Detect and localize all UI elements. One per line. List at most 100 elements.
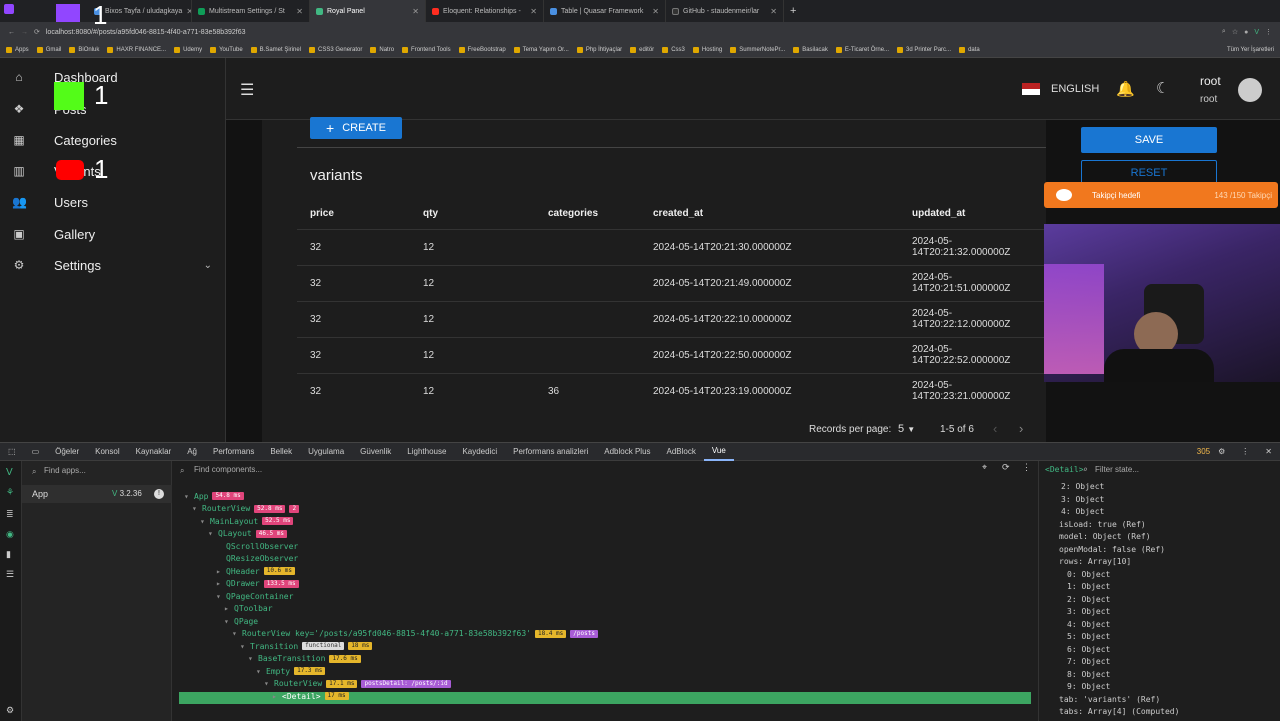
tab-eloquent[interactable]: Eloquent: Relationships - ✕ [426, 0, 544, 22]
devtools-tab[interactable]: Lighthouse [399, 443, 454, 461]
state-row[interactable]: 4: Object [1061, 507, 1104, 519]
bell-icon[interactable]: 🔔 [1116, 80, 1135, 98]
state-row[interactable]: 0: Object [1067, 570, 1110, 582]
column-header[interactable]: price [297, 199, 410, 229]
gear-icon[interactable]: ⚙ [1210, 443, 1233, 461]
table-row[interactable]: 32 12 2024-05-14T20:21:30.000000Z 2024-05-1… [297, 228, 1046, 265]
devtools-tab[interactable]: Konsol [87, 443, 127, 461]
target-icon[interactable]: ⌖ [982, 463, 987, 473]
find-apps-input[interactable]: Find apps... [44, 466, 86, 475]
column-header[interactable]: updated_at [899, 199, 1046, 229]
state-row[interactable]: 5: Object [1067, 632, 1110, 644]
tree-node[interactable]: ▾ QPageContainer [216, 590, 293, 602]
bookmark-item[interactable]: Natro [370, 46, 394, 53]
bookmark-item[interactable]: E-Ticaret Örne... [835, 46, 889, 53]
column-header[interactable]: categories [535, 199, 640, 229]
state-row[interactable]: 2: Object [1067, 595, 1110, 607]
tree-node[interactable]: ▸ <Detail> 17 ms [272, 690, 349, 702]
devtools-tab[interactable]: Güvenlik [352, 443, 399, 461]
menu-icon[interactable]: ☰ [240, 80, 254, 100]
chevron-down-icon[interactable]: ▾ [224, 617, 230, 626]
records-per-page-select[interactable]: 5 ▼ [898, 423, 915, 435]
close-icon[interactable]: ✕ [652, 7, 659, 16]
devtools-tab[interactable]: Ağ [179, 443, 205, 461]
language-selector[interactable]: ENGLISH [1051, 83, 1099, 95]
chevron-down-icon[interactable]: ▾ [200, 517, 206, 526]
state-row[interactable]: 3: Object [1061, 495, 1104, 507]
filter-state-input[interactable]: Filter state... [1095, 465, 1139, 474]
sidebar-item-posts[interactable]: ❖Posts [0, 94, 226, 124]
bookmark-item[interactable]: Udemy [174, 46, 202, 53]
chevron-right-icon[interactable]: ▸ [224, 604, 230, 613]
forward-icon[interactable]: → [21, 29, 28, 36]
bookmark-item[interactable]: Css3 [662, 46, 685, 53]
devtools-tab[interactable]: Performans [205, 443, 262, 461]
pinia-icon[interactable]: ▮ [6, 549, 11, 560]
sidebar-item-dashboard[interactable]: ⌂ Dashboard [0, 62, 226, 92]
state-row[interactable]: 4: Object [1067, 620, 1110, 632]
chevron-down-icon[interactable]: ▾ [208, 529, 214, 538]
chevron-down-icon[interactable]: ▾ [216, 592, 222, 601]
next-page-icon[interactable]: › [1019, 421, 1023, 436]
tree-node[interactable]: ▸ QHeader 10.6 ms [216, 565, 296, 577]
star-icon[interactable]: ☆ [1232, 28, 1238, 36]
devtools-tab[interactable]: Vue [703, 443, 734, 461]
column-header[interactable]: created_at [640, 199, 899, 229]
tab-quasar[interactable]: Table | Quasar Framework ✕ [544, 0, 666, 22]
bookmark-item[interactable]: editör [630, 46, 654, 53]
bookmark-item[interactable]: Basilacak [793, 46, 828, 53]
bookmark-item[interactable]: FreeBootstrap [458, 46, 506, 53]
chevron-down-icon[interactable]: ▾ [184, 492, 190, 501]
state-row[interactable]: openModal: false (Ref) [1059, 545, 1165, 557]
inspect-icon[interactable]: ⬚ [0, 443, 24, 461]
new-tab-button[interactable]: + [784, 5, 802, 17]
state-row[interactable]: 8: Object [1067, 670, 1110, 682]
tree-node[interactable]: ▾ BaseTransition 17.6 ms [248, 653, 361, 665]
menu-icon[interactable]: ⋮ [1265, 28, 1280, 36]
state-row[interactable]: 2: Object [1061, 482, 1104, 494]
chevron-down-icon[interactable]: ▾ [232, 629, 238, 638]
bookmark-item[interactable]: BiOnluk [69, 46, 99, 53]
tab-multistream[interactable]: Multistream Settings / St ✕ [192, 0, 310, 22]
more-icon[interactable]: ⋮ [1233, 443, 1257, 461]
state-row[interactable]: isLoad: true (Ref) [1059, 520, 1146, 532]
state-row[interactable]: 3: Object [1067, 607, 1110, 619]
tree-node[interactable]: ▾ RouterView 17.1 ms postsDetail: /posts/:i… [264, 678, 451, 690]
tree-node[interactable]: ▾ App 54.8 ms [184, 490, 244, 502]
chevron-down-icon[interactable]: ▾ [264, 679, 270, 688]
more-icon[interactable]: ⋮ [1022, 463, 1031, 473]
find-components-input[interactable]: Find components... [194, 465, 262, 474]
bookmark-item[interactable]: Gmail [36, 46, 61, 53]
bookmark-item[interactable]: B.Samet Şirinel [250, 46, 301, 53]
tree-node[interactable]: ▸ QDrawer 133.5 ms [216, 578, 299, 590]
moon-icon[interactable]: ☾ [1156, 79, 1169, 97]
tab-royal-panel[interactable]: Royal Panel ✕ [310, 0, 426, 22]
bookmark-item[interactable]: SummerNotePr... [730, 46, 785, 53]
close-icon[interactable]: ✕ [412, 7, 419, 16]
tree-node[interactable]: QResizeObserver [216, 553, 298, 565]
state-row[interactable]: 7: Object [1067, 657, 1110, 669]
settings-icon[interactable]: ⚙ [6, 705, 14, 716]
bookmark-item[interactable]: HAXR FINANCE... [107, 46, 166, 53]
sidebar-item-settings[interactable]: ⚙ Settings ⌄ [0, 250, 226, 280]
devtools-tab[interactable]: Uygulama [300, 443, 352, 461]
tree-node[interactable]: ▾ QPage [224, 615, 258, 627]
tree-node[interactable]: ▸ QToolbar [224, 603, 273, 615]
tree-node[interactable]: ▾ Empty 17.3 ms [256, 665, 326, 677]
tree-node[interactable]: QScrollObserver [216, 540, 298, 552]
bookmark-item[interactable]: Apps [6, 46, 29, 53]
state-row[interactable]: 1: Object [1067, 582, 1110, 594]
state-row[interactable]: tabs: Array[4] (Computed) [1059, 707, 1179, 719]
chevron-right-icon[interactable]: ▸ [216, 579, 222, 588]
close-icon[interactable]: ✕ [1257, 443, 1280, 461]
column-header[interactable]: qty [410, 199, 535, 229]
tree-node[interactable]: ▾ MainLayout 52.5 ms [200, 515, 294, 527]
table-row[interactable]: 32 12 2024-05-14T20:21:49.000000Z 2024-05-1… [297, 264, 1046, 301]
chevron-right-icon[interactable]: ▸ [216, 567, 222, 576]
bookmark-item[interactable]: Tema Yapım Or... [513, 46, 569, 53]
warnings-count[interactable]: 305 [1197, 447, 1210, 456]
url-input[interactable]: localhost:8080/#/posts/a95fd046-8815-4f4… [46, 29, 246, 36]
devtools-tab[interactable]: Bellek [262, 443, 300, 461]
info-icon[interactable]: ! [154, 489, 164, 499]
zoom-icon[interactable]: ⌕ [1222, 28, 1226, 36]
